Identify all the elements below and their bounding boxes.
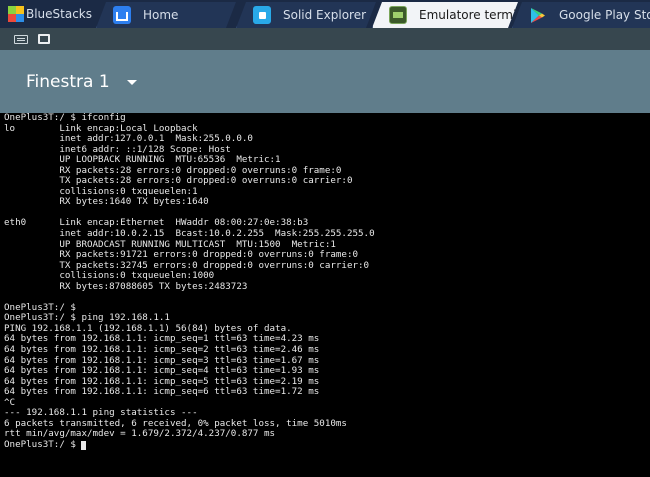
terminal-line: 64 bytes from 192.168.1.1: icmp_seq=6 tt… (4, 386, 320, 398)
tab-solid-explorer[interactable]: Solid Explorer (236, 2, 376, 28)
tab-home[interactable]: Home (96, 2, 236, 28)
window-selector-dropdown[interactable]: Finestra 1 (26, 72, 137, 92)
screen-icon[interactable] (38, 34, 50, 44)
home-icon (113, 6, 131, 24)
android-status-bar (0, 28, 650, 50)
solid-explorer-icon (253, 6, 271, 24)
tab-terminal-emulator[interactable]: Emulatore termin (372, 2, 518, 28)
bluestacks-tab-bar: BlueStacks Home Solid Explorer Emulatore… (0, 0, 650, 28)
tab-label: Solid Explorer (283, 8, 367, 22)
caret-down-icon (126, 80, 137, 85)
app-name: BlueStacks (25, 7, 92, 21)
terminal-line: RX bytes:87088605 TX bytes:2483723 (4, 280, 248, 292)
terminal-line: rtt min/avg/max/mdev = 1.679/2.372/4.237… (4, 428, 276, 440)
tab-label: Google Play Store (559, 8, 650, 22)
bluestacks-logo-icon (8, 6, 24, 22)
window-title: Finestra 1 (26, 71, 110, 92)
terminal-output: OnePlus3T:/ $ ifconfig lo Link encap:Loca… (0, 113, 650, 440)
bluestacks-brand[interactable]: BlueStacks (0, 0, 92, 28)
tab-label: Emulatore termin (419, 8, 524, 22)
terminal-line: RX bytes:1640 TX bytes:1640 (4, 196, 209, 208)
terminal-input-line[interactable]: OnePlus3T:/ $ (0, 438, 650, 451)
terminal-line: OnePlus3T:/ $ ifconfig (4, 113, 126, 123)
terminal-line: inet addr:10.0.2.15 Bcast:10.0.2.255 Mas… (4, 228, 375, 240)
keyboard-icon[interactable] (14, 34, 28, 44)
tab-label: Home (143, 8, 179, 22)
terminal-cursor (81, 440, 87, 450)
play-store-icon (529, 6, 547, 24)
app-toolbar: Finestra 1 (0, 50, 650, 113)
terminal-prompt: OnePlus3T:/ $ (4, 438, 82, 450)
terminal-view[interactable]: OnePlus3T:/ $ ifconfig lo Link encap:Loca… (0, 113, 650, 477)
tab-play-store[interactable]: Google Play Store (512, 2, 650, 28)
terminal-line: 64 bytes from 192.168.1.1: icmp_seq=2 tt… (4, 344, 320, 356)
terminal-emulator-icon (389, 6, 407, 24)
